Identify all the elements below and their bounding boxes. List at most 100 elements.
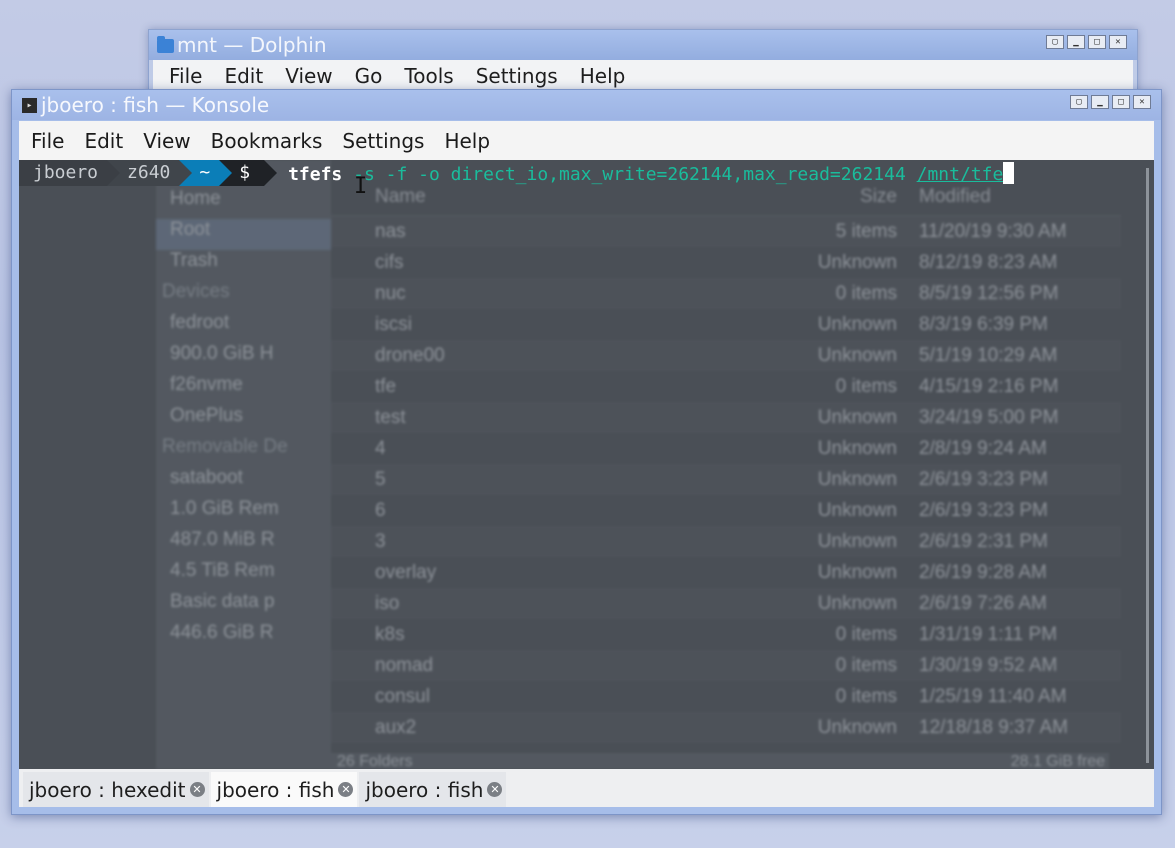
file-name: k8s [375, 623, 405, 645]
file-size: Unknown [817, 437, 897, 459]
keep-above-icon[interactable]: ▢ [1070, 95, 1088, 109]
file-name: test [375, 406, 406, 428]
command-program: tfefs [288, 163, 343, 185]
column-modified: Modified [919, 186, 991, 207]
file-row: 5 Unknown 2/6/19 3:23 PM [331, 464, 1121, 495]
file-name: 5 [375, 468, 386, 490]
file-modified: 8/3/19 6:39 PM [919, 313, 1048, 335]
menu-item-view[interactable]: View [285, 64, 332, 88]
places-item: 4.5 TiB Rem [170, 560, 275, 581]
places-item: OnePlus [170, 405, 243, 426]
file-modified: 11/20/19 9:30 AM [919, 220, 1067, 242]
command-input[interactable]: tfefs -s -f -o direct_io,max_write=26214… [264, 161, 1015, 185]
places-item: 1.0 GiB Rem [170, 498, 279, 519]
file-name: nas [375, 220, 406, 242]
file-size: Unknown [817, 251, 897, 273]
tab-2[interactable]: jboero : fish ✕ [359, 772, 507, 807]
file-modified: 1/30/19 9:52 AM [919, 654, 1058, 676]
file-size: Unknown [817, 344, 897, 366]
file-row: nomad 0 items 1/30/19 9:52 AM [331, 650, 1121, 681]
tab-label: jboero : fish [216, 777, 335, 802]
menu-item-go[interactable]: Go [355, 64, 383, 88]
shell-prompt-line: jboero z640 ~ $ tfefs -s -f -o direct_io… [19, 160, 1154, 186]
maximize-icon[interactable]: □ [1088, 35, 1106, 49]
maximize-icon[interactable]: □ [1112, 95, 1130, 109]
minimize-icon[interactable]: ▁ [1067, 35, 1085, 49]
close-icon[interactable]: ✕ [1133, 95, 1151, 109]
tab-1[interactable]: jboero : fish ✕ [210, 772, 358, 807]
menu-item-file[interactable]: File [31, 129, 64, 153]
places-section-header: Removable De [162, 436, 288, 457]
dolphin-titlebar[interactable]: mnt — Dolphin ▢ ▁ □ ✕ [149, 30, 1137, 60]
file-size: 0 items [835, 685, 897, 707]
translucent-background: Home Root Trash Devices fedroot 900.0 GiB H f2… [19, 160, 1154, 769]
file-size: 5 items [835, 220, 897, 242]
menu-item-tools[interactable]: Tools [404, 64, 453, 88]
menu-item-view[interactable]: View [143, 129, 190, 153]
column-name: Name [375, 186, 426, 207]
konsole-title: jboero : fish — Konsole [41, 93, 270, 117]
file-size: Unknown [817, 716, 897, 738]
folder-icon [157, 36, 174, 53]
tab-label: jboero : hexedit [29, 777, 186, 802]
places-item: 446.6 GiB R [170, 622, 274, 643]
menu-item-bookmarks[interactable]: Bookmarks [211, 129, 323, 153]
mouse-ibeam-cursor-icon: I [354, 174, 368, 199]
file-modified: 5/1/19 10:29 AM [919, 344, 1058, 366]
file-modified: 1/25/19 11:40 AM [919, 685, 1067, 707]
keep-above-icon[interactable]: ▢ [1046, 35, 1064, 49]
close-icon[interactable]: ✕ [487, 782, 503, 797]
konsole-titlebar[interactable]: ▸ jboero : fish — Konsole ▢ ▁ □ ✕ [12, 90, 1161, 120]
konsole-window-controls: ▢ ▁ □ ✕ [1070, 95, 1151, 109]
dolphin-menubar: File Edit View Go Tools Settings Help [149, 60, 1137, 92]
menu-item-file[interactable]: File [169, 64, 202, 88]
tab-0[interactable]: jboero : hexedit ✕ [23, 772, 209, 807]
file-name: iscsi [375, 313, 412, 335]
status-free-space: 28.1 GiB free [1010, 753, 1105, 769]
menu-item-help[interactable]: Help [444, 129, 490, 153]
terminal-scrollbar[interactable] [1146, 168, 1149, 763]
file-name: overlay [375, 561, 437, 583]
file-size: Unknown [817, 530, 897, 552]
file-name: aux2 [375, 716, 417, 738]
command-args: -s -f -o direct_io,max_write=262144,max_… [342, 163, 917, 185]
file-size: Unknown [817, 592, 897, 614]
places-item: Basic data p [170, 591, 275, 612]
menu-item-help[interactable]: Help [580, 64, 626, 88]
places-item: Trash [170, 250, 218, 271]
close-icon[interactable]: ✕ [338, 782, 354, 797]
file-row: aux2 Unknown 12/18/18 9:37 AM [331, 712, 1121, 743]
file-row: 4 Unknown 2/8/19 9:24 AM [331, 433, 1121, 464]
menu-item-edit[interactable]: Edit [84, 129, 123, 153]
terminal-area[interactable]: Home Root Trash Devices fedroot 900.0 GiB H f2… [19, 160, 1154, 769]
file-row: nuc 0 items 8/5/19 12:56 PM [331, 278, 1121, 309]
menu-item-settings[interactable]: Settings [342, 129, 424, 153]
close-icon[interactable]: ✕ [1109, 35, 1127, 49]
file-modified: 8/12/19 8:23 AM [919, 251, 1058, 273]
file-modified: 2/6/19 7:26 AM [919, 592, 1047, 614]
file-modified: 4/15/19 2:16 PM [919, 375, 1059, 397]
close-icon[interactable]: ✕ [189, 782, 205, 797]
file-row: 6 Unknown 2/6/19 3:23 PM [331, 495, 1121, 526]
text-cursor [1003, 161, 1015, 184]
command-path: /mnt/tfe [916, 163, 1004, 185]
places-section-header: Devices [162, 281, 230, 302]
menu-item-settings[interactable]: Settings [476, 64, 558, 88]
file-row: test Unknown 3/24/19 5:00 PM [331, 402, 1121, 433]
places-item: f26nvme [170, 374, 243, 395]
file-size: Unknown [817, 499, 897, 521]
file-row: consul 0 items 1/25/19 11:40 AM [331, 681, 1121, 712]
file-modified: 2/6/19 3:23 PM [919, 499, 1048, 521]
file-modified: 2/8/19 9:24 AM [919, 437, 1047, 459]
minimize-icon[interactable]: ▁ [1091, 95, 1109, 109]
status-folder-count: 26 Folders [337, 753, 413, 769]
file-name: drone00 [375, 344, 445, 366]
file-name: 6 [375, 499, 386, 521]
dolphin-places-panel: Home Root Trash Devices fedroot 900.0 GiB H f2… [156, 160, 331, 769]
dolphin-title: mnt — Dolphin [177, 33, 327, 57]
menu-item-edit[interactable]: Edit [224, 64, 263, 88]
konsole-window[interactable]: ▸ jboero : fish — Konsole ▢ ▁ □ ✕ File Ed… [11, 89, 1162, 815]
file-row: drone00 Unknown 5/1/19 10:29 AM [331, 340, 1121, 371]
file-size: 0 items [835, 282, 897, 304]
file-size: 0 items [835, 654, 897, 676]
